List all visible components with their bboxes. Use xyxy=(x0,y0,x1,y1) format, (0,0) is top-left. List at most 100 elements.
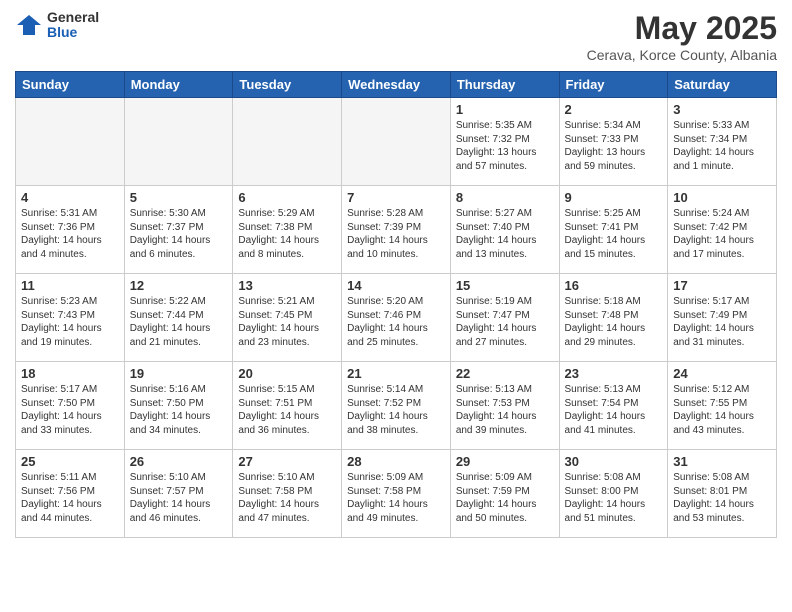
day-number: 15 xyxy=(456,278,554,293)
day-number: 13 xyxy=(238,278,336,293)
week-row-5: 25Sunrise: 5:11 AM Sunset: 7:56 PM Dayli… xyxy=(16,450,777,538)
day-cell: 19Sunrise: 5:16 AM Sunset: 7:50 PM Dayli… xyxy=(124,362,233,450)
day-cell xyxy=(233,98,342,186)
day-cell: 1 Sunrise: 5:35 AM Sunset: 7:32 PM Daylig… xyxy=(450,98,559,186)
column-header-monday: Monday xyxy=(124,72,233,98)
day-info: Sunrise: 5:08 AM Sunset: 8:00 PM Dayligh… xyxy=(565,471,663,525)
page-header: General Blue May 2025 Cerava, Korce Coun… xyxy=(15,10,777,63)
day-info: Sunrise: 5:35 AM Sunset: 7:32 PM Dayligh… xyxy=(456,119,554,173)
day-number: 3 xyxy=(673,102,771,117)
day-number: 27 xyxy=(238,454,336,469)
day-cell: 29 Sunrise: 5:09 AM Sunset: 7:59 PM Dayli… xyxy=(450,450,559,538)
day-cell: 22Sunrise: 5:13 AM Sunset: 7:53 PM Dayli… xyxy=(450,362,559,450)
day-info: Sunrise: 5:29 AM Sunset: 7:38 PM Dayligh… xyxy=(238,207,336,261)
day-number: 17 xyxy=(673,278,771,293)
day-info: Sunrise: 5:15 AM Sunset: 7:51 PM Dayligh… xyxy=(238,383,336,437)
day-cell: 18 Sunrise: 5:17 AM Sunset: 7:50 PM Dayli… xyxy=(16,362,125,450)
logo-general: General xyxy=(47,10,99,25)
day-number: 7 xyxy=(347,190,445,205)
day-number: 24 xyxy=(673,366,771,381)
day-cell: 15 Sunrise: 5:19 AM Sunset: 7:47 PM Dayli… xyxy=(450,274,559,362)
location-subtitle: Cerava, Korce County, Albania xyxy=(587,47,777,63)
week-row-4: 18 Sunrise: 5:17 AM Sunset: 7:50 PM Dayli… xyxy=(16,362,777,450)
day-cell: 11Sunrise: 5:23 AM Sunset: 7:43 PM Dayli… xyxy=(16,274,125,362)
day-number: 1 xyxy=(456,102,554,117)
day-number: 4 xyxy=(21,190,119,205)
week-row-1: 1 Sunrise: 5:35 AM Sunset: 7:32 PM Daylig… xyxy=(16,98,777,186)
day-number: 12 xyxy=(130,278,228,293)
day-number: 2 xyxy=(565,102,663,117)
day-cell: 12 Sunrise: 5:22 AM Sunset: 7:44 PM Dayli… xyxy=(124,274,233,362)
logo: General Blue xyxy=(15,10,99,41)
column-header-tuesday: Tuesday xyxy=(233,72,342,98)
day-cell: 17 Sunrise: 5:17 AM Sunset: 7:49 PM Dayli… xyxy=(668,274,777,362)
day-cell: 4 Sunrise: 5:31 AM Sunset: 7:36 PM Daylig… xyxy=(16,186,125,274)
day-number: 16 xyxy=(565,278,663,293)
day-info: Sunrise: 5:09 AM Sunset: 7:59 PM Dayligh… xyxy=(456,471,554,525)
day-cell: 26 Sunrise: 5:10 AM Sunset: 7:57 PM Dayli… xyxy=(124,450,233,538)
day-cell: 21 Sunrise: 5:14 AM Sunset: 7:52 PM Dayli… xyxy=(342,362,451,450)
logo-blue: Blue xyxy=(47,25,99,40)
day-info: Sunrise: 5:17 AM Sunset: 7:50 PM Dayligh… xyxy=(21,383,119,437)
day-info: Sunrise: 5:33 AM Sunset: 7:34 PM Dayligh… xyxy=(673,119,771,173)
day-info: Sunrise: 5:31 AM Sunset: 7:36 PM Dayligh… xyxy=(21,207,119,261)
column-header-saturday: Saturday xyxy=(668,72,777,98)
day-cell xyxy=(124,98,233,186)
day-number: 25 xyxy=(21,454,119,469)
column-header-sunday: Sunday xyxy=(16,72,125,98)
day-number: 29 xyxy=(456,454,554,469)
day-number: 9 xyxy=(565,190,663,205)
day-number: 20 xyxy=(238,366,336,381)
day-info: Sunrise: 5:16 AM Sunset: 7:50 PM Dayligh… xyxy=(130,383,228,437)
day-info: Sunrise: 5:13 AM Sunset: 7:53 PM Dayligh… xyxy=(456,383,554,437)
day-number: 11 xyxy=(21,278,119,293)
day-cell: 3 Sunrise: 5:33 AM Sunset: 7:34 PM Daylig… xyxy=(668,98,777,186)
day-info: Sunrise: 5:22 AM Sunset: 7:44 PM Dayligh… xyxy=(130,295,228,349)
column-header-friday: Friday xyxy=(559,72,668,98)
day-cell: 31 Sunrise: 5:08 AM Sunset: 8:01 PM Dayli… xyxy=(668,450,777,538)
column-header-thursday: Thursday xyxy=(450,72,559,98)
day-info: Sunrise: 5:12 AM Sunset: 7:55 PM Dayligh… xyxy=(673,383,771,437)
day-info: Sunrise: 5:14 AM Sunset: 7:52 PM Dayligh… xyxy=(347,383,445,437)
title-block: May 2025 Cerava, Korce County, Albania xyxy=(587,10,777,63)
day-info: Sunrise: 5:27 AM Sunset: 7:40 PM Dayligh… xyxy=(456,207,554,261)
day-cell: 24 Sunrise: 5:12 AM Sunset: 7:55 PM Dayli… xyxy=(668,362,777,450)
day-number: 21 xyxy=(347,366,445,381)
day-cell: 27Sunrise: 5:10 AM Sunset: 7:58 PM Dayli… xyxy=(233,450,342,538)
day-number: 18 xyxy=(21,366,119,381)
day-info: Sunrise: 5:13 AM Sunset: 7:54 PM Dayligh… xyxy=(565,383,663,437)
day-info: Sunrise: 5:17 AM Sunset: 7:49 PM Dayligh… xyxy=(673,295,771,349)
day-cell xyxy=(342,98,451,186)
calendar-table: SundayMondayTuesdayWednesdayThursdayFrid… xyxy=(15,71,777,538)
header-row: SundayMondayTuesdayWednesdayThursdayFrid… xyxy=(16,72,777,98)
column-header-wednesday: Wednesday xyxy=(342,72,451,98)
day-cell: 6 Sunrise: 5:29 AM Sunset: 7:38 PM Daylig… xyxy=(233,186,342,274)
day-info: Sunrise: 5:34 AM Sunset: 7:33 PM Dayligh… xyxy=(565,119,663,173)
day-cell: 20 Sunrise: 5:15 AM Sunset: 7:51 PM Dayli… xyxy=(233,362,342,450)
day-number: 6 xyxy=(238,190,336,205)
day-info: Sunrise: 5:10 AM Sunset: 7:57 PM Dayligh… xyxy=(130,471,228,525)
week-row-3: 11Sunrise: 5:23 AM Sunset: 7:43 PM Dayli… xyxy=(16,274,777,362)
day-info: Sunrise: 5:19 AM Sunset: 7:47 PM Dayligh… xyxy=(456,295,554,349)
month-title: May 2025 xyxy=(587,10,777,47)
day-info: Sunrise: 5:09 AM Sunset: 7:58 PM Dayligh… xyxy=(347,471,445,525)
day-number: 14 xyxy=(347,278,445,293)
logo-icon xyxy=(15,11,43,39)
day-info: Sunrise: 5:21 AM Sunset: 7:45 PM Dayligh… xyxy=(238,295,336,349)
day-info: Sunrise: 5:28 AM Sunset: 7:39 PM Dayligh… xyxy=(347,207,445,261)
day-cell: 25Sunrise: 5:11 AM Sunset: 7:56 PM Dayli… xyxy=(16,450,125,538)
day-number: 31 xyxy=(673,454,771,469)
day-info: Sunrise: 5:25 AM Sunset: 7:41 PM Dayligh… xyxy=(565,207,663,261)
day-cell: 9 Sunrise: 5:25 AM Sunset: 7:41 PM Daylig… xyxy=(559,186,668,274)
day-cell: 5Sunrise: 5:30 AM Sunset: 7:37 PM Daylig… xyxy=(124,186,233,274)
day-cell: 14Sunrise: 5:20 AM Sunset: 7:46 PM Dayli… xyxy=(342,274,451,362)
day-info: Sunrise: 5:30 AM Sunset: 7:37 PM Dayligh… xyxy=(130,207,228,261)
day-cell xyxy=(16,98,125,186)
day-cell: 2 Sunrise: 5:34 AM Sunset: 7:33 PM Daylig… xyxy=(559,98,668,186)
day-number: 8 xyxy=(456,190,554,205)
day-info: Sunrise: 5:08 AM Sunset: 8:01 PM Dayligh… xyxy=(673,471,771,525)
day-number: 23 xyxy=(565,366,663,381)
day-number: 26 xyxy=(130,454,228,469)
day-cell: 23 Sunrise: 5:13 AM Sunset: 7:54 PM Dayli… xyxy=(559,362,668,450)
day-cell: 16Sunrise: 5:18 AM Sunset: 7:48 PM Dayli… xyxy=(559,274,668,362)
